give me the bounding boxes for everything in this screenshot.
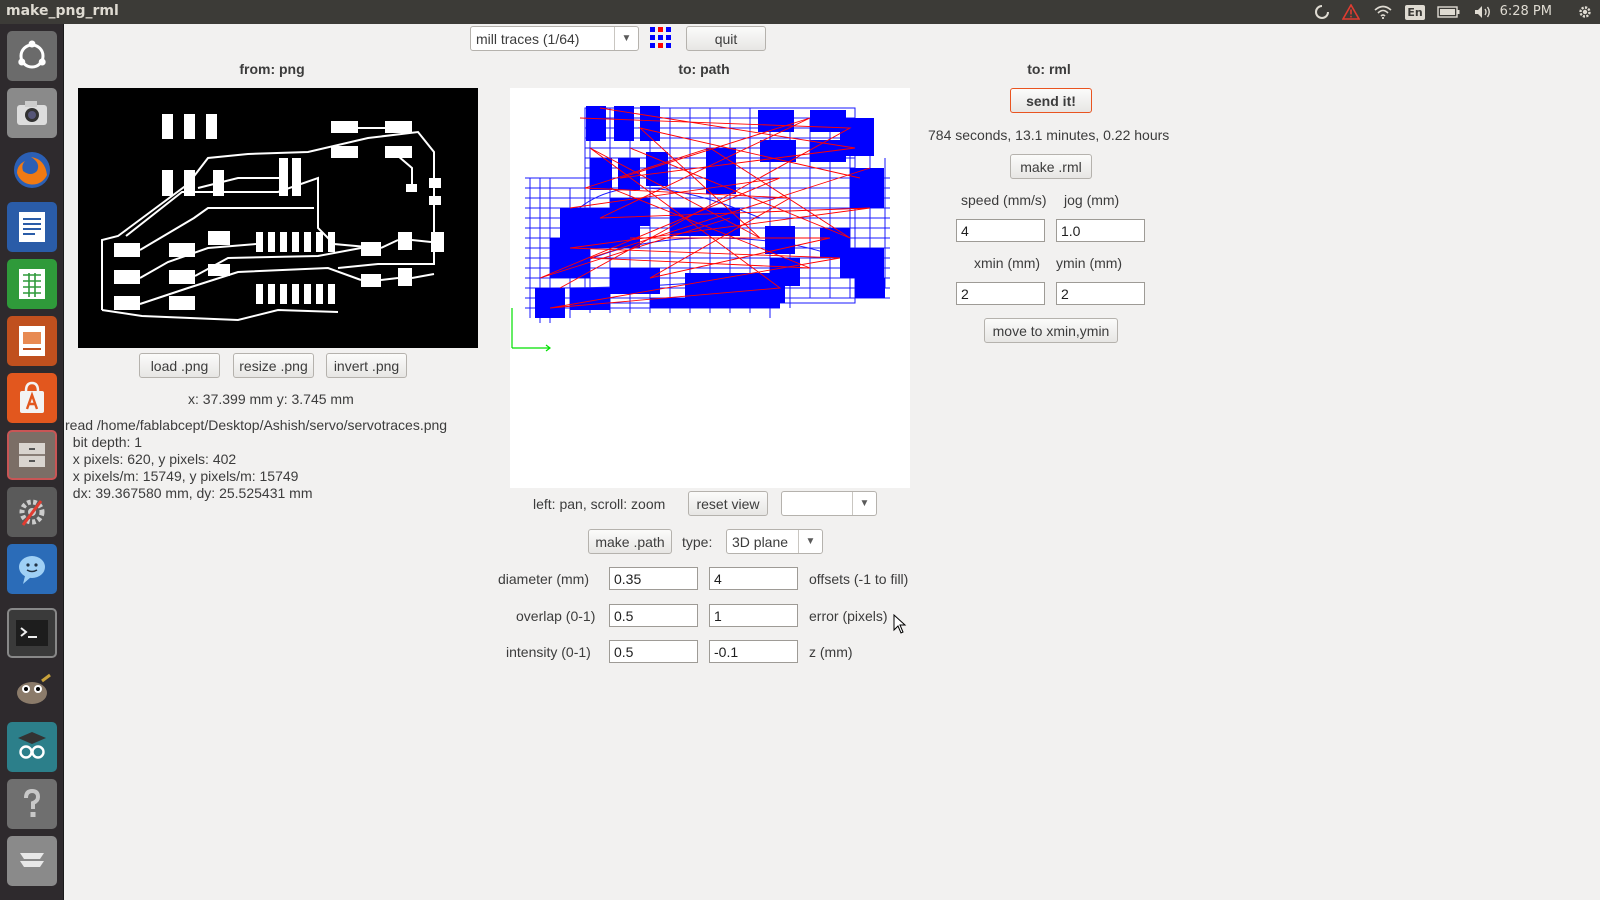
- png-info-line: dx: 39.367580 mm, dy: 25.525431 mm: [65, 485, 313, 501]
- png-info-line: read /home/fablabcept/Desktop/Ashish/ser…: [65, 417, 448, 433]
- path-header: to: path: [678, 61, 730, 77]
- keyboard-layout-indicator[interactable]: En: [1404, 2, 1426, 22]
- gimp-icon[interactable]: [7, 665, 57, 715]
- calc-icon[interactable]: [7, 259, 57, 309]
- offsets-input[interactable]: [709, 567, 798, 590]
- app-window: mill traces (1/64) ▼ quit from: png to: …: [64, 24, 1600, 900]
- wifi-icon[interactable]: [1372, 2, 1394, 22]
- intensity-label: intensity (0-1): [506, 644, 591, 660]
- launcher: [0, 24, 64, 900]
- speed-input[interactable]: [956, 219, 1045, 242]
- keyboard-layout-label: En: [1405, 4, 1425, 20]
- rml-header: to: rml: [1027, 61, 1071, 77]
- toolpath-drawing: [511, 106, 890, 352]
- volume-icon[interactable]: [1472, 2, 1494, 22]
- png-info-line: x pixels/m: 15749, y pixels/m: 15749: [65, 468, 299, 484]
- from-header: from: png: [239, 61, 305, 77]
- diameter-input[interactable]: [609, 567, 698, 590]
- camera-app-icon[interactable]: [7, 88, 57, 138]
- mode-select[interactable]: mill traces (1/64) ▼: [470, 26, 639, 51]
- pcb-traces-image: [101, 114, 444, 322]
- chevron-down-icon: ▼: [614, 27, 638, 50]
- png-info: read /home/fablabcept/Desktop/Ashish/ser…: [65, 417, 447, 502]
- network-sync-icon[interactable]: [1312, 2, 1332, 22]
- path-preview[interactable]: [510, 88, 910, 488]
- time-estimate: 784 seconds, 13.1 minutes, 0.22 hours: [928, 127, 1170, 143]
- type-select-value: 3D plane: [732, 533, 789, 550]
- warning-icon[interactable]: [1340, 2, 1362, 22]
- error-input[interactable]: [709, 604, 798, 627]
- z-input[interactable]: [709, 640, 798, 663]
- overlap-label: overlap (0-1): [516, 608, 596, 624]
- firefox-icon[interactable]: [7, 145, 57, 195]
- overlap-input[interactable]: [609, 604, 698, 627]
- move-to-origin-button[interactable]: move to xmin,ymin: [984, 318, 1118, 343]
- mouse-pointer-icon: [893, 613, 907, 634]
- writer-icon[interactable]: [7, 202, 57, 252]
- type-label: type:: [682, 534, 713, 550]
- workspace-switcher-icon[interactable]: [7, 836, 57, 886]
- error-label: error (pixels): [809, 608, 888, 624]
- resize-png-button[interactable]: resize .png: [233, 353, 314, 378]
- pidgin-chat-icon[interactable]: [7, 544, 57, 594]
- clock[interactable]: 6:28 PM: [1500, 4, 1552, 19]
- app-title: make_png_rml: [6, 3, 119, 19]
- png-preview[interactable]: [78, 88, 478, 348]
- chevron-down-icon: ▼: [852, 492, 876, 515]
- xmin-input[interactable]: [956, 282, 1045, 305]
- reset-view-button[interactable]: reset view: [688, 491, 768, 516]
- make-path-button[interactable]: make .path: [588, 529, 672, 554]
- type-select[interactable]: 3D plane ▼: [726, 529, 823, 554]
- jog-label: jog (mm): [1064, 192, 1120, 208]
- diameter-label: diameter (mm): [498, 571, 590, 587]
- ymin-label: ymin (mm): [1056, 255, 1123, 271]
- gear-icon[interactable]: [1574, 2, 1596, 22]
- z-label: z (mm): [809, 644, 853, 660]
- arduino-icon[interactable]: [7, 722, 57, 772]
- software-center-icon[interactable]: [7, 373, 57, 423]
- pan-zoom-hint: left: pan, scroll: zoom: [533, 496, 666, 512]
- png-info-line: bit depth: 1: [65, 434, 143, 450]
- make-rml-button[interactable]: make .rml: [1010, 154, 1092, 179]
- send-it-button[interactable]: send it!: [1010, 88, 1092, 113]
- help-icon[interactable]: [7, 779, 57, 829]
- png-info-line: x pixels: 620, y pixels: 402: [65, 451, 237, 467]
- jog-input[interactable]: [1056, 219, 1145, 242]
- grid-dots-icon[interactable]: [649, 26, 673, 50]
- file-cabinet-icon[interactable]: [7, 430, 57, 480]
- chevron-down-icon: ▼: [798, 530, 822, 553]
- cursor-coords: x: 37.399 mm y: 3.745 mm: [188, 391, 354, 407]
- battery-icon[interactable]: [1436, 2, 1462, 22]
- offsets-label: offsets (-1 to fill): [809, 571, 909, 587]
- load-png-button[interactable]: load .png: [139, 353, 220, 378]
- system-settings-icon[interactable]: [7, 487, 57, 537]
- speed-label: speed (mm/s): [961, 192, 1047, 208]
- xmin-label: xmin (mm): [974, 255, 1041, 271]
- dash-home-icon[interactable]: [7, 31, 57, 81]
- view-select[interactable]: ▼: [781, 491, 877, 516]
- top-panel: make_png_rml En 6:28 PM: [0, 0, 1600, 24]
- quit-button[interactable]: quit: [686, 26, 766, 51]
- ymin-input[interactable]: [1056, 282, 1145, 305]
- invert-png-button[interactable]: invert .png: [326, 353, 407, 378]
- terminal-icon[interactable]: [7, 608, 57, 658]
- impress-icon[interactable]: [7, 316, 57, 366]
- mode-select-value: mill traces (1/64): [476, 30, 580, 47]
- intensity-input[interactable]: [609, 640, 698, 663]
